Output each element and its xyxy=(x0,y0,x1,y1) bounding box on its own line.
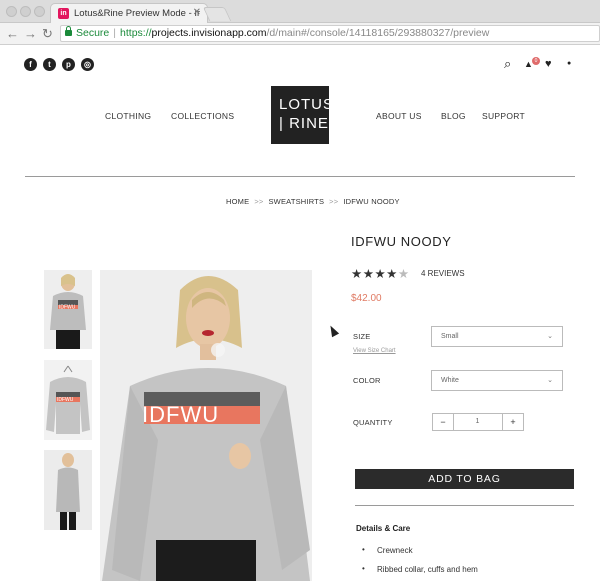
quantity-increase-button[interactable]: + xyxy=(502,413,524,431)
quantity-label: QUANTITY xyxy=(353,418,393,427)
logo-line-1: LOTUS xyxy=(279,96,335,113)
details-item-text: Crewneck xyxy=(377,546,413,555)
url-host: projects.invisionapp.com xyxy=(151,27,267,39)
browser-toolbar: ← → ↻ Secure | https://projects.invisionap… xyxy=(0,23,600,45)
size-select-value: Small xyxy=(441,333,459,340)
nav-collections[interactable]: COLLECTIONS xyxy=(171,111,234,121)
nav-clothing[interactable]: CLOTHING xyxy=(105,111,151,121)
star-empty-icon: ★ xyxy=(397,267,410,281)
breadcrumb-home[interactable]: HOME xyxy=(226,197,249,206)
product-title: IDFWU NOODY xyxy=(351,234,452,249)
quantity-input[interactable]: 1 xyxy=(453,413,502,431)
window-close-control[interactable] xyxy=(6,6,17,17)
window-zoom-control[interactable] xyxy=(34,6,45,17)
color-select[interactable]: White ⌄ xyxy=(431,370,563,391)
pinterest-icon[interactable]: p xyxy=(62,58,75,71)
breadcrumb-sweatshirts[interactable]: SWEATSHIRTS xyxy=(268,197,324,206)
logo-line-2: | RINE xyxy=(279,115,329,132)
breadcrumb: HOME >> SWEATSHIRTS >> IDFWU NOODY xyxy=(226,197,400,206)
facebook-icon[interactable]: f xyxy=(24,58,37,71)
browser-tab-bar: in Lotus&Rine Preview Mode - Ir ✕ xyxy=(0,0,600,23)
star-icon: ★ xyxy=(351,267,363,281)
lotus-rine-logo[interactable]: LOTUS | RINE xyxy=(271,86,335,144)
address-bar[interactable]: Secure | https://projects.invisionapp.com/… xyxy=(60,25,600,42)
mouse-cursor xyxy=(326,323,340,338)
account-icon[interactable]: ● xyxy=(567,60,571,67)
quantity-decrease-button[interactable]: − xyxy=(432,413,454,431)
breadcrumb-current: IDFWU NOODY xyxy=(343,197,400,206)
thumbnail-2-print-text: IDFWU xyxy=(57,397,74,403)
color-select-value: White xyxy=(441,377,459,384)
product-main-image[interactable]: IDFWU xyxy=(100,270,312,581)
breadcrumb-separator: >> xyxy=(254,197,264,206)
invision-favicon-icon: in xyxy=(58,8,69,19)
model-wearing-sweatshirt-image: IDFWU xyxy=(100,270,312,581)
product-thumbnail-2[interactable]: IDFWU xyxy=(44,360,92,440)
star-icon: ★ xyxy=(362,267,375,281)
chevron-down-icon: ⌄ xyxy=(547,377,553,384)
nav-support[interactable]: SUPPORT xyxy=(482,111,525,121)
rating-stars[interactable]: ★★★★★ xyxy=(351,266,410,281)
details-item-text: Ribbed collar, cuffs and hem xyxy=(377,565,478,574)
tab-title: Lotus&Rine Preview Mode - Ir xyxy=(74,8,201,19)
sweatshirt-print-text: IDFWU xyxy=(142,402,219,427)
thumbnail-2-flat-image: IDFWU xyxy=(44,360,92,440)
color-label: COLOR xyxy=(353,376,381,385)
window-minimize-control[interactable] xyxy=(20,6,31,17)
header-divider xyxy=(25,176,575,177)
lock-icon xyxy=(65,26,72,36)
size-select[interactable]: Small ⌄ xyxy=(431,326,563,347)
address-separator: | xyxy=(113,27,117,39)
cart-count-badge: 0 xyxy=(532,57,540,65)
details-divider xyxy=(355,505,574,506)
url-path: /d/main#/console/14118165/293880327/prev… xyxy=(266,27,490,39)
nav-blog[interactable]: BLOG xyxy=(441,111,466,121)
thumbnail-1-model-image: IDFWU xyxy=(44,270,92,349)
star-icon: ★ xyxy=(374,267,387,281)
forward-icon[interactable]: → xyxy=(24,25,37,42)
breadcrumb-separator: >> xyxy=(329,197,339,206)
size-chart-link[interactable]: View Size Chart xyxy=(353,348,396,354)
nav-about-us[interactable]: ABOUT US xyxy=(376,111,422,121)
wishlist-heart-icon[interactable]: ♥ xyxy=(545,58,552,70)
product-thumbnail-3[interactable] xyxy=(44,450,92,530)
back-icon[interactable]: ← xyxy=(6,25,19,42)
twitter-icon[interactable]: t xyxy=(43,58,56,71)
details-care-heading[interactable]: Details & Care xyxy=(356,524,410,533)
add-to-bag-button[interactable]: ADD TO BAG xyxy=(355,469,574,489)
size-label: SIZE xyxy=(353,332,371,341)
chevron-down-icon: ⌄ xyxy=(547,333,553,340)
instagram-icon[interactable]: ◎ xyxy=(81,58,94,71)
product-thumbnail-1[interactable]: IDFWU xyxy=(44,270,92,349)
url-scheme: https:// xyxy=(120,27,152,39)
reload-icon[interactable]: ↻ xyxy=(42,25,53,42)
thumbnail-1-print-text: IDFWU xyxy=(59,305,76,311)
product-price: $42.00 xyxy=(351,293,382,304)
tab-close-icon[interactable]: ✕ xyxy=(193,7,201,18)
browser-tab[interactable]: in Lotus&Rine Preview Mode - Ir ✕ xyxy=(50,3,208,23)
reviews-link[interactable]: 4 REVIEWS xyxy=(421,269,465,278)
secure-label: Secure xyxy=(76,27,110,39)
search-icon[interactable]: ⌕ xyxy=(504,56,511,72)
thumbnail-3-side-image xyxy=(44,450,92,530)
star-icon: ★ xyxy=(386,267,398,281)
